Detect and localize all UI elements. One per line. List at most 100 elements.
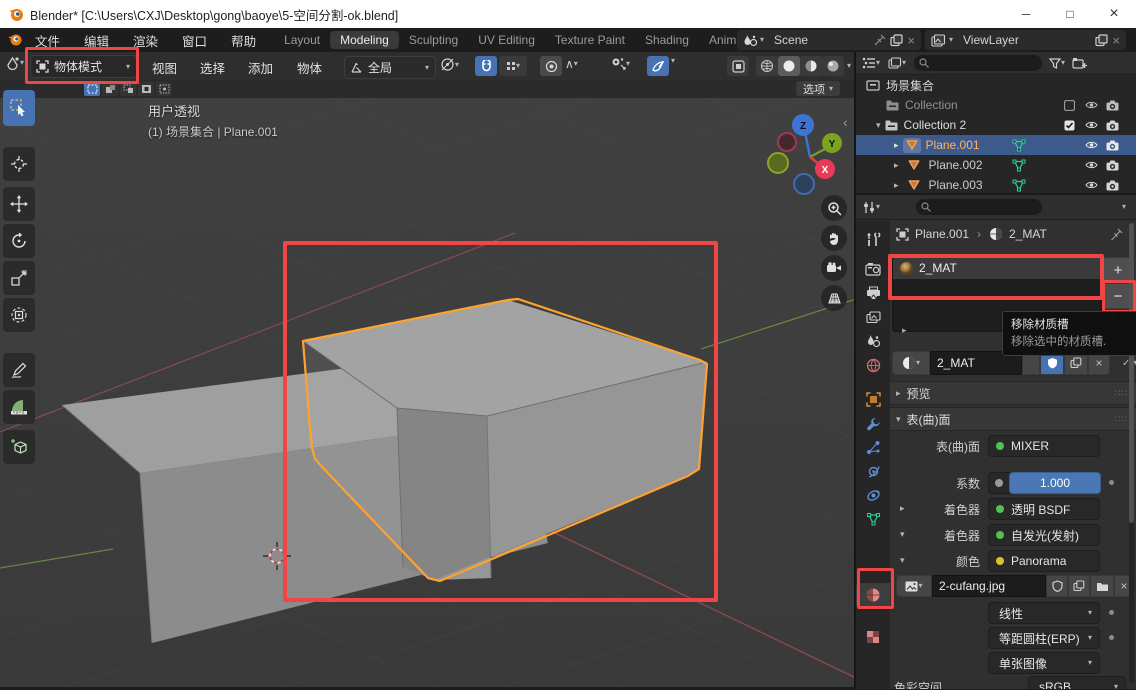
outliner-row-scene-collection[interactable]: 场景集合 [856, 75, 1136, 95]
preview-grip-icon[interactable]: ∷∷ [1115, 388, 1128, 399]
minimize-button[interactable]: ─ [1004, 0, 1048, 28]
breadcrumb-material-name[interactable]: 2_MAT [1009, 227, 1047, 241]
gizmo-minus-x-axis[interactable] [778, 133, 796, 151]
pin-id-icon[interactable] [1110, 228, 1123, 241]
snap-toggle[interactable] [475, 56, 497, 76]
shader1-selector[interactable]: 透明 BSDF [988, 498, 1100, 520]
factor-decorate-dot[interactable] [1109, 480, 1114, 485]
preview-panel-header[interactable]: ▸ 预览 ∷∷ [890, 381, 1136, 405]
collection1-hide-eye-icon[interactable] [1085, 100, 1098, 110]
menu-render[interactable]: 渲染 [121, 31, 170, 50]
editor-type-dropdown[interactable]: ▾ [5, 56, 24, 70]
overlays-dropdown[interactable]: ▾ [671, 57, 675, 65]
select-mode-subtract-button[interactable] [120, 82, 136, 96]
plane003-expand-icon[interactable]: ▸ [894, 181, 899, 190]
tool-measure[interactable] [3, 390, 35, 424]
new-collection-button[interactable] [1072, 57, 1087, 70]
tab-render[interactable] [856, 257, 890, 281]
select-mode-intersect-button[interactable] [156, 82, 172, 96]
plane001-expand-icon[interactable]: ▸ [894, 141, 899, 150]
tab-view-layer[interactable] [856, 305, 890, 329]
plane001-camera-icon[interactable] [1106, 140, 1119, 151]
pivot-point-dropdown[interactable]: ▾ [440, 57, 459, 72]
plane003-hide-eye-icon[interactable] [1085, 180, 1098, 190]
collection1-checkbox-unchecked[interactable] [1064, 100, 1075, 111]
select-mode-extend-button[interactable] [102, 82, 118, 96]
workspace-tab-sculpting[interactable]: Sculpting [399, 31, 468, 49]
3d-viewport[interactable]: 用户透视 (1) 场景集合 | Plane.001 ‹ Z Y X [0, 98, 856, 687]
plane002-hide-eye-icon[interactable] [1085, 160, 1098, 170]
surface-panel-header[interactable]: ▾ 表(曲)面 ∷∷ [890, 407, 1136, 431]
projection-dropdown[interactable]: 等距圆柱(ERP) ▾ [988, 627, 1100, 649]
outliner-row-collection2[interactable]: ▾ Collection 2 [856, 115, 1136, 135]
outliner-row-collection1[interactable]: Collection [856, 95, 1136, 115]
breadcrumb-object-name[interactable]: Plane.001 [915, 227, 969, 241]
interpolation-decorate-dot[interactable] [1109, 610, 1114, 615]
shader2-selector[interactable]: 自发光(发射) [988, 524, 1100, 546]
shading-wireframe-button[interactable] [756, 56, 778, 76]
gizmo-minus-y-axis[interactable] [768, 153, 788, 173]
maximize-button[interactable]: □ [1048, 0, 1092, 28]
plane002-expand-icon[interactable]: ▸ [894, 161, 899, 170]
menu-help[interactable]: 帮助 [219, 31, 268, 50]
add-menu[interactable]: 添加 [238, 58, 283, 77]
tab-physics[interactable] [856, 459, 890, 483]
camera-view-button[interactable] [821, 255, 847, 281]
close-button[interactable]: × [1092, 0, 1136, 28]
tab-modifiers[interactable] [856, 411, 890, 435]
image-copy-button[interactable] [1068, 575, 1090, 597]
slot-list-expand-icon[interactable]: ▸ [902, 326, 907, 335]
properties-options-chevron[interactable]: ▾ [1122, 203, 1126, 211]
view-menu[interactable]: 视图 [142, 58, 187, 77]
gizmo-minus-z-axis[interactable] [794, 174, 814, 194]
browse-material-dropdown[interactable]: ▾ [892, 351, 930, 375]
show-gizmo-dropdown[interactable]: ▾ [610, 57, 630, 71]
workspace-tab-layout[interactable]: Layout [274, 31, 330, 49]
tab-world[interactable] [856, 353, 890, 377]
unlink-scene-icon[interactable]: × [907, 33, 915, 48]
select-mode-invert-button[interactable] [138, 82, 154, 96]
factor-socket-button[interactable] [988, 472, 1010, 494]
workspace-tab-shading[interactable]: Shading [635, 31, 699, 49]
options-dropdown[interactable]: 选项 ▾ [796, 81, 840, 96]
properties-editor-type-dropdown[interactable]: ▾ [862, 201, 880, 214]
tab-object[interactable] [856, 387, 890, 411]
surface-grip-icon[interactable]: ∷∷ [1115, 414, 1128, 425]
tool-annotate[interactable] [3, 353, 35, 387]
tab-object-data[interactable] [856, 507, 890, 531]
surface-shader-selector[interactable]: MIXER [988, 435, 1100, 457]
shading-rendered-button[interactable] [822, 56, 844, 76]
scene-selector[interactable]: ▾ Scene × [737, 30, 921, 50]
toggle-orthographic-button[interactable] [821, 285, 847, 311]
workspace-tab-texture-paint[interactable]: Texture Paint [545, 31, 635, 49]
tool-add-cube[interactable] [3, 430, 35, 464]
menu-window[interactable]: 窗口 [170, 31, 219, 50]
outliner-editor-type-dropdown[interactable]: ▾ [862, 57, 880, 69]
tab-tool[interactable] [856, 227, 890, 251]
outliner-display-mode-dropdown[interactable]: ▾ [888, 57, 906, 69]
tab-constraints[interactable] [856, 483, 890, 507]
tool-select-box[interactable] [3, 90, 35, 126]
collection2-expand-icon[interactable]: ▾ [876, 121, 881, 130]
new-scene-copy-icon[interactable] [890, 34, 903, 47]
projection-decorate-dot[interactable] [1109, 635, 1114, 640]
new-viewlayer-copy-icon[interactable] [1095, 34, 1108, 47]
tab-scene[interactable] [856, 329, 890, 353]
workspace-tab-uv-editing[interactable]: UV Editing [468, 31, 545, 49]
colorspace-dropdown[interactable]: sRGB ▾ [1028, 676, 1126, 689]
pan-view-button[interactable] [821, 225, 847, 251]
tool-rotate[interactable] [3, 224, 35, 258]
shading-material-button[interactable] [800, 56, 822, 76]
image-name-field[interactable]: 2-cufang.jpg [932, 575, 1046, 597]
menu-edit[interactable]: 编辑 [72, 31, 121, 50]
blender-menu-icon[interactable] [7, 33, 23, 47]
plane001-hide-eye-icon[interactable] [1085, 140, 1098, 150]
remove-viewlayer-icon[interactable]: × [1112, 33, 1120, 48]
plane003-camera-icon[interactable] [1106, 180, 1119, 191]
scrollbar-thumb[interactable] [1129, 223, 1134, 523]
xray-toggle[interactable] [727, 56, 749, 76]
tab-output[interactable] [856, 281, 890, 305]
menu-file[interactable]: 文件 [23, 31, 72, 50]
tab-texture[interactable] [856, 625, 890, 649]
falloff-dropdown[interactable]: ∧ ▾ [565, 57, 578, 71]
